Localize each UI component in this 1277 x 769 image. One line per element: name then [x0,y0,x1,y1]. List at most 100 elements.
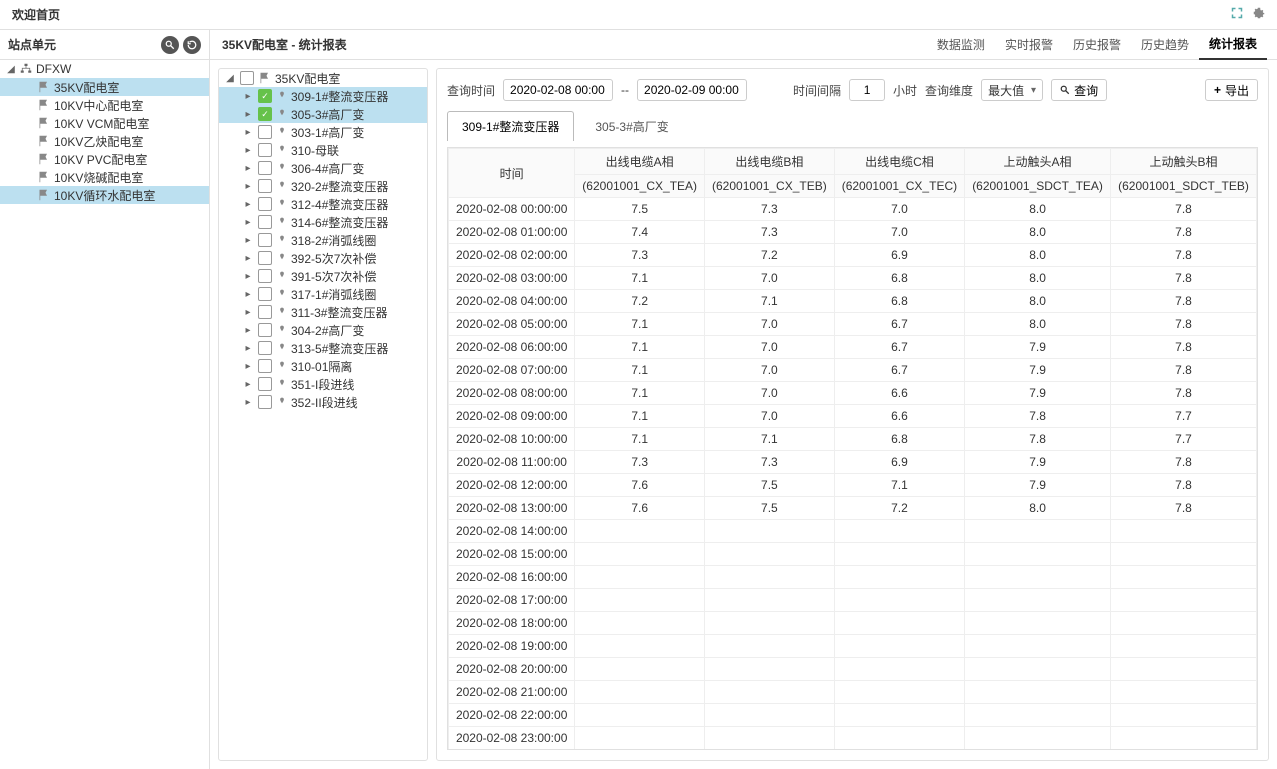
fullscreen-icon[interactable] [1231,7,1243,22]
cell-time: 2020-02-08 18:00:00 [449,612,575,635]
cell-value [834,612,964,635]
sub-tab[interactable]: 305-3#高厂变 [580,111,683,141]
page-title: 欢迎首页 [12,6,60,23]
expand-icon[interactable]: ▸ [241,127,255,138]
cell-value: 6.7 [834,359,964,382]
device-item[interactable]: ▸309-1#整流变压器 [219,87,427,105]
pin-icon [275,271,289,281]
checkbox[interactable] [240,71,254,85]
end-time-input[interactable] [637,79,747,101]
data-table-wrap[interactable]: 时间出线电缆A相出线电缆B相出线电缆C相上动触头A相上动触头B相(6200100… [447,147,1258,750]
device-item[interactable]: ▸313-5#整流变压器 [219,339,427,357]
checkbox[interactable] [258,161,272,175]
refresh-icon[interactable] [183,36,201,54]
checkbox[interactable] [258,395,272,409]
checkbox[interactable] [258,143,272,157]
sidebar-item[interactable]: 10KV循环水配电室 [0,186,209,204]
cell-value [1111,635,1257,658]
expand-icon[interactable]: ▸ [241,163,255,174]
expand-icon[interactable]: ▸ [241,379,255,390]
expand-icon[interactable]: ▸ [241,343,255,354]
interval-input[interactable] [849,79,885,101]
gear-icon[interactable] [1253,7,1265,22]
device-item[interactable]: ▸391-5次7次补偿 [219,267,427,285]
device-item[interactable]: ▸312-4#整流变压器 [219,195,427,213]
expand-icon[interactable]: ▸ [241,199,255,210]
checkbox[interactable] [258,323,272,337]
device-item[interactable]: ▸304-2#高厂变 [219,321,427,339]
device-label: 352-II段进线 [291,394,358,411]
cell-time: 2020-02-08 20:00:00 [449,658,575,681]
nav-tab[interactable]: 历史报警 [1063,30,1131,60]
device-item[interactable]: ▸318-2#消弧线圈 [219,231,427,249]
device-item[interactable]: ▸317-1#消弧线圈 [219,285,427,303]
checkbox[interactable] [258,251,272,265]
device-item[interactable]: ▸303-1#高厂变 [219,123,427,141]
checkbox[interactable] [258,125,272,139]
device-item[interactable]: ▸320-2#整流变压器 [219,177,427,195]
expand-icon[interactable]: ▸ [241,307,255,318]
flag-icon [36,99,52,111]
expand-icon[interactable]: ▸ [241,235,255,246]
sidebar-item[interactable]: 10KV VCM配电室 [0,114,209,132]
device-item[interactable]: ▸310-01隔离 [219,357,427,375]
cell-value [575,681,705,704]
sidebar-item[interactable]: 35KV配电室 [0,78,209,96]
device-item[interactable]: ▸392-5次7次补偿 [219,249,427,267]
cell-value: 8.0 [965,244,1111,267]
cell-value: 7.9 [965,359,1111,382]
checkbox[interactable] [258,287,272,301]
expand-icon[interactable]: ▸ [241,109,255,120]
nav-tab[interactable]: 统计报表 [1199,30,1267,60]
device-item[interactable]: ▸314-6#整流变压器 [219,213,427,231]
cell-value [965,612,1111,635]
device-item[interactable]: ▸ 352-II段进线 [219,393,427,411]
checkbox[interactable] [258,107,272,121]
device-item[interactable]: ▸310-母联 [219,141,427,159]
expand-icon[interactable]: ▸ [241,271,255,282]
device-item[interactable]: ▸306-4#高厂变 [219,159,427,177]
tree-root[interactable]: ◢ DFXW [0,60,209,78]
expand-icon[interactable]: ▸ [241,361,255,372]
search-icon[interactable] [161,36,179,54]
expand-icon[interactable]: ▸ [241,253,255,264]
expand-icon[interactable]: ▸ [241,145,255,156]
checkbox[interactable] [258,89,272,103]
checkbox[interactable] [258,341,272,355]
expand-icon[interactable]: ▸ [241,325,255,336]
cell-value [834,704,964,727]
device-item[interactable]: ▸351-I段进线 [219,375,427,393]
device-item[interactable]: ▸305-3#高厂变 [219,105,427,123]
checkbox[interactable] [258,179,272,193]
start-time-input[interactable] [503,79,613,101]
checkbox[interactable] [258,305,272,319]
collapse-icon[interactable]: ◢ [4,64,18,75]
dim-select[interactable]: 最大值 [981,79,1043,101]
export-button[interactable]: + 导出 [1205,79,1258,101]
nav-tab[interactable]: 实时报警 [995,30,1063,60]
expand-icon[interactable]: ▸ [241,289,255,300]
checkbox[interactable] [258,197,272,211]
tree-root-label: DFXW [36,62,71,76]
sub-tab[interactable]: 309-1#整流变压器 [447,111,574,141]
cell-value: 7.1 [575,336,705,359]
collapse-icon[interactable]: ◢ [223,73,237,84]
checkbox[interactable] [258,377,272,391]
sidebar-item[interactable]: 10KV中心配电室 [0,96,209,114]
query-button[interactable]: 查询 [1051,79,1107,101]
nav-tab[interactable]: 历史趋势 [1131,30,1199,60]
checkbox[interactable] [258,233,272,247]
nav-tab[interactable]: 数据监测 [927,30,995,60]
expand-icon[interactable]: ▸ [241,217,255,228]
checkbox[interactable] [258,359,272,373]
sidebar-item[interactable]: 10KV PVC配电室 [0,150,209,168]
sidebar-item[interactable]: 10KV乙炔配电室 [0,132,209,150]
expand-icon[interactable]: ▸ [241,91,255,102]
checkbox[interactable] [258,269,272,283]
expand-icon[interactable]: ▸ [241,181,255,192]
device-item[interactable]: ▸311-3#整流变压器 [219,303,427,321]
checkbox[interactable] [258,215,272,229]
sidebar-item[interactable]: 10KV烧碱配电室 [0,168,209,186]
device-tree-root[interactable]: ◢ 35KV配电室 [219,69,427,87]
expand-icon[interactable]: ▸ [241,397,255,408]
